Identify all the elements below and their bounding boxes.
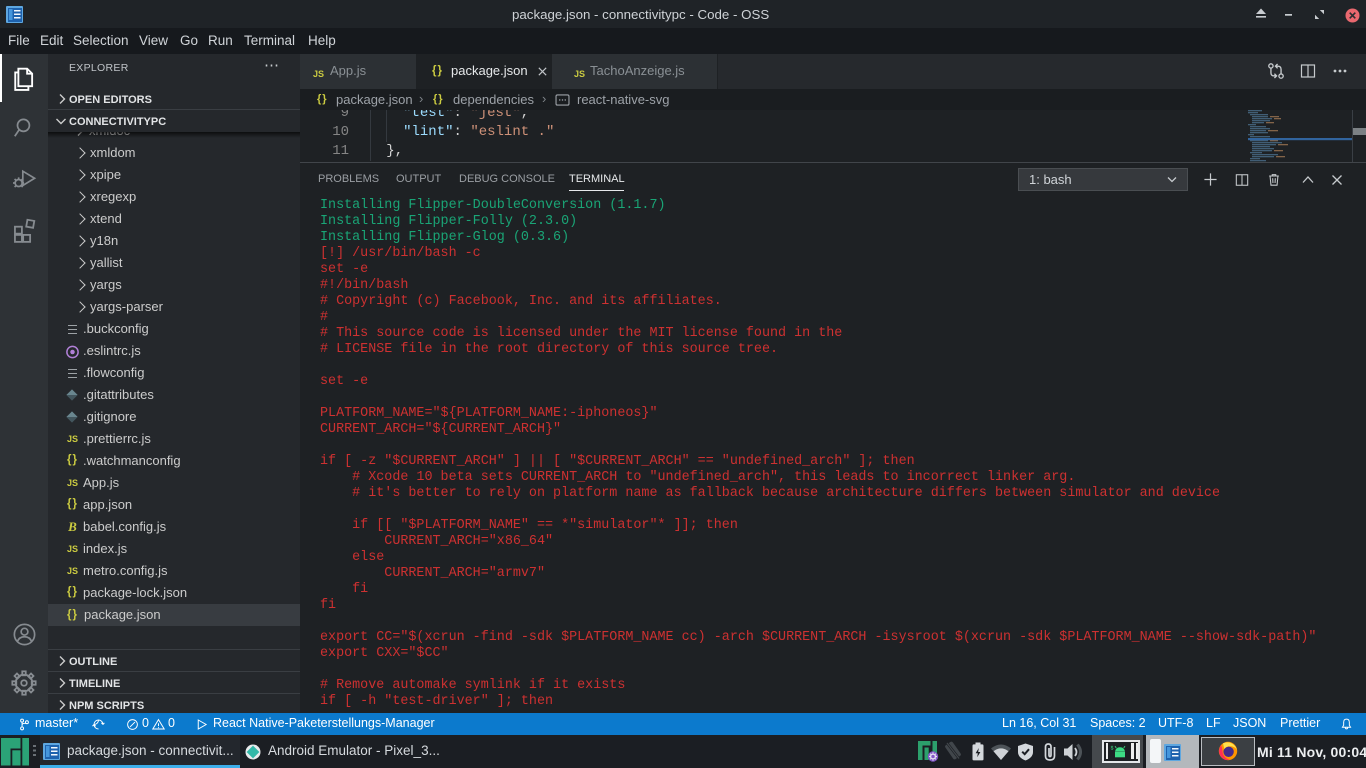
svg-text:$: $ — [1111, 746, 1114, 752]
